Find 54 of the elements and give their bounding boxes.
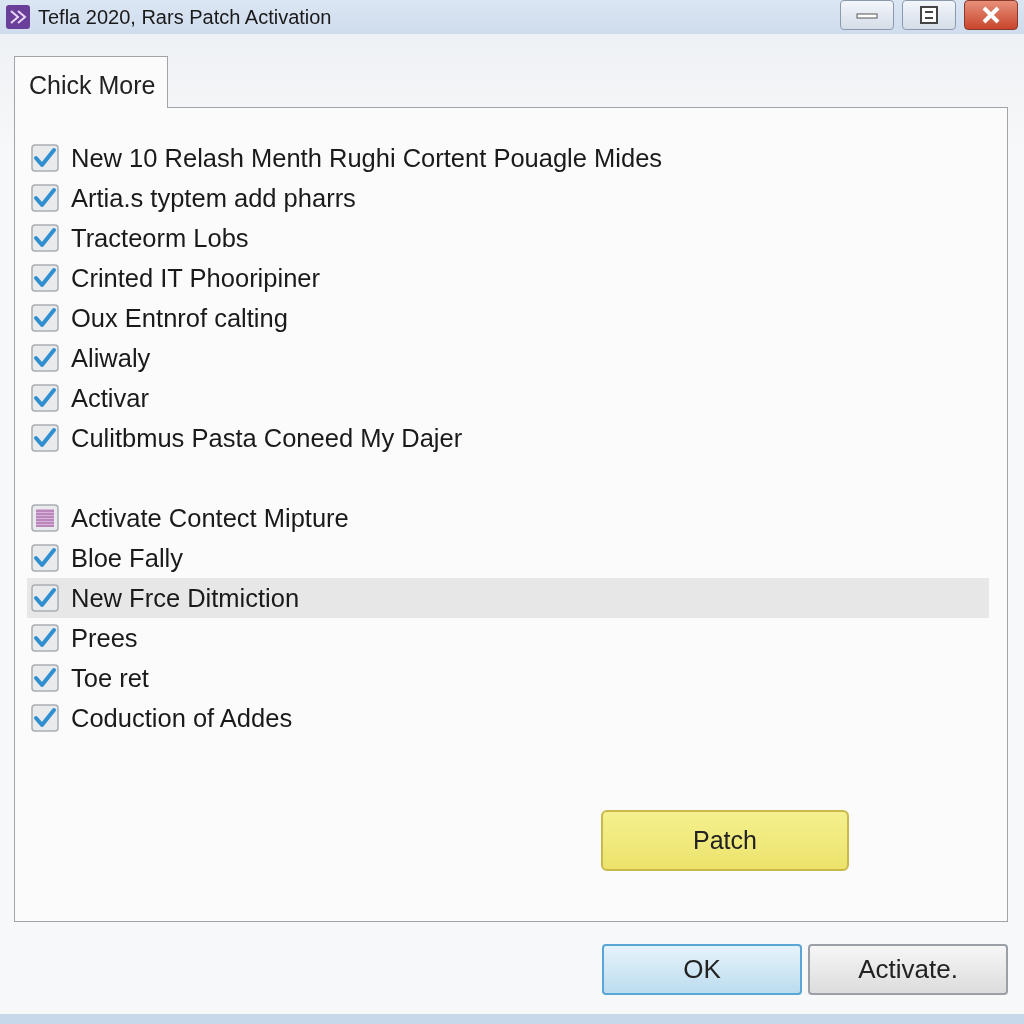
option-row[interactable]: Toe ret (27, 658, 989, 698)
option-row[interactable]: Aliwaly (27, 338, 989, 378)
checkbox[interactable] (31, 264, 59, 292)
option-label: Coduction of Addes (71, 703, 293, 733)
ok-button[interactable]: OK (602, 944, 802, 995)
option-label: New Frce Ditmiction (71, 583, 300, 613)
option-label: Tracteorm Lobs (71, 223, 249, 253)
checkbox[interactable] (31, 584, 59, 612)
option-row[interactable]: Culitbmus Pasta Coneed My Dajer (27, 418, 989, 458)
option-row[interactable]: Oux Entnrof calting (27, 298, 989, 338)
checkbox[interactable] (31, 384, 59, 412)
option-row[interactable]: Bloe Fally (27, 538, 989, 578)
checkbox[interactable] (31, 704, 59, 732)
checkbox[interactable] (31, 144, 59, 172)
option-label: Artia.s typtem add pharrs (71, 183, 356, 213)
checkbox[interactable] (31, 344, 59, 372)
option-label: Prees (71, 623, 138, 653)
option-label: Culitbmus Pasta Coneed My Dajer (71, 423, 463, 453)
option-row[interactable]: Coduction of Addes (27, 698, 989, 738)
minimize-button[interactable] (840, 0, 894, 30)
option-label: Activar (71, 383, 149, 413)
maximize-button[interactable] (902, 0, 956, 30)
patch-button[interactable]: Patch (601, 810, 849, 871)
tab[interactable]: Chick More (14, 56, 169, 108)
option-row[interactable]: New 10 Relash Menth Rughi Cortent Pouagle Mides (27, 138, 989, 178)
option-label: New 10 Relash Menth Rughi Cortent Pouagle Mides (71, 143, 663, 173)
checkbox[interactable] (31, 624, 59, 652)
option-row[interactable]: Artia.s typtem add pharrs (27, 178, 989, 218)
checkbox[interactable] (31, 304, 59, 332)
option-label: Oux Entnrof calting (71, 303, 288, 333)
checkbox[interactable] (31, 224, 59, 252)
option-row[interactable]: Tracteorm Lobs (27, 218, 989, 258)
app-icon (6, 5, 30, 29)
checkbox[interactable] (31, 184, 59, 212)
window-title: Tefla 2020, Rars Patch Activation (38, 5, 333, 29)
option-label: Bloe Fally (71, 543, 183, 573)
selected-row[interactable]: New Frce Ditmiction (27, 578, 989, 618)
checkbox[interactable] (31, 504, 59, 532)
maximize-icon (919, 5, 939, 25)
minimize-icon (856, 10, 878, 20)
option-label: Crinted IT Phooripiner (71, 263, 320, 293)
close-icon (981, 5, 1001, 25)
checkbox[interactable] (31, 424, 59, 452)
option-label: Toe ret (71, 663, 149, 693)
close-button[interactable] (964, 0, 1018, 30)
option-row[interactable]: Prees (27, 618, 989, 658)
checkbox[interactable] (31, 664, 59, 692)
option-label: Activate Contect Mipture (71, 503, 349, 533)
option-row[interactable]: Activate Contect Mipture (27, 498, 989, 538)
checkbox[interactable] (31, 544, 59, 572)
option-row[interactable]: Activar (27, 378, 989, 418)
option-row[interactable]: Crinted IT Phooripiner (27, 258, 989, 298)
option-label: Aliwaly (71, 343, 151, 373)
activate-button[interactable]: Activate. (808, 944, 1008, 995)
